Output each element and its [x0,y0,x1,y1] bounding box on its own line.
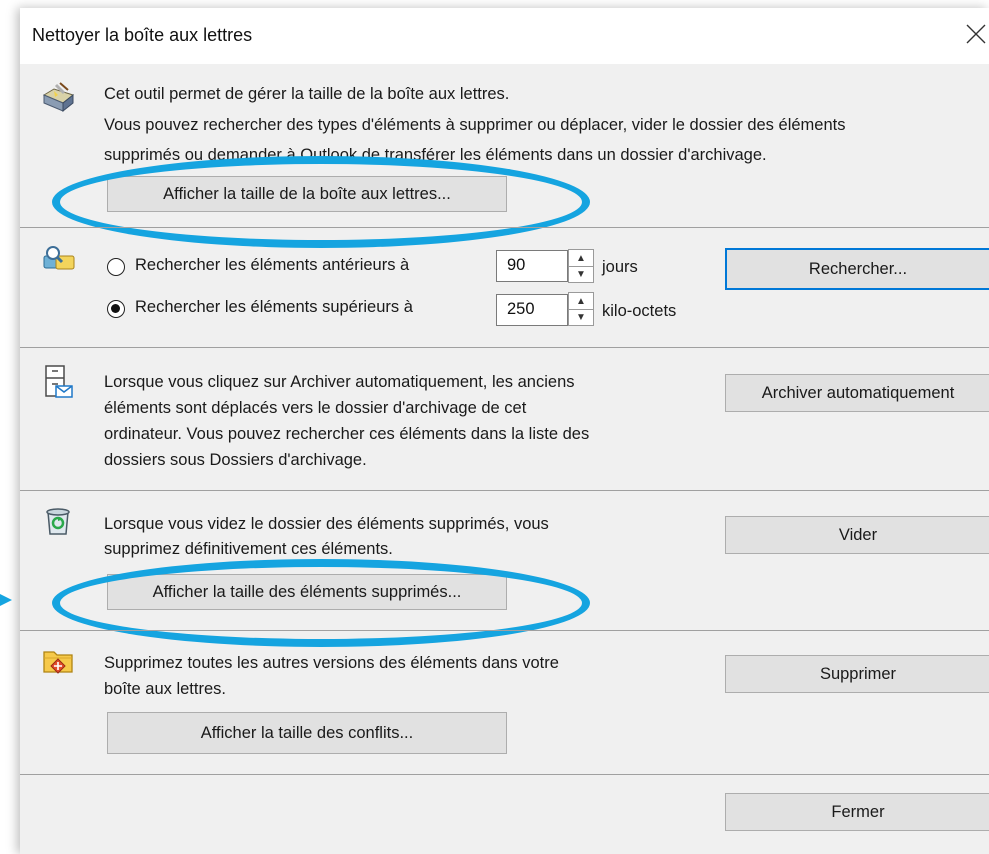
radio-older-than[interactable] [107,258,125,276]
radio-selected-dot [111,304,120,313]
close-button[interactable]: Fermer [725,793,989,831]
deleted-items-text-line-1: Lorsque vous videz le dossier des élémen… [104,515,549,533]
older-than-days-stepper[interactable]: ▲ ▼ [568,249,594,283]
mailbox-cleanup-icon [42,82,75,113]
find-items-icon [43,246,75,270]
dialog-title: Nettoyer la boîte aux lettres [32,25,253,45]
view-deleted-items-size-button[interactable]: Afficher la taille des éléments supprimé… [107,574,507,610]
conflicts-text-line-1: Supprimez toutes les autres versions des… [104,654,559,672]
intro-text-line-2: Vous pouvez rechercher des types d'éléme… [104,116,846,134]
conflicts-text-line-2: boîte aux lettres. [104,680,226,698]
conflicts-folder-icon [43,651,73,674]
stepper-down-icon[interactable]: ▼ [569,309,593,325]
separator [20,630,989,631]
larger-than-kb-stepper[interactable]: ▲ ▼ [568,292,594,326]
radio-larger-than[interactable] [107,300,125,318]
intro-text-line-3: supprimés ou demander à Outlook de trans… [104,146,767,164]
view-mailbox-size-button[interactable]: Afficher la taille de la boîte aux lettr… [107,176,507,212]
autoarchive-text-line-1: Lorsque vous cliquez sur Archiver automa… [104,373,575,391]
close-icon[interactable] [964,22,988,46]
empty-button[interactable]: Vider [725,516,989,554]
larger-than-kb-input[interactable]: 250 [496,294,568,326]
stepper-up-icon[interactable]: ▲ [569,250,593,267]
days-unit-label: jours [602,258,638,276]
separator [20,227,989,228]
older-than-label[interactable]: Rechercher les éléments antérieurs à [135,256,409,275]
recycle-bin-icon [46,508,70,535]
autoarchive-text-line-2: éléments sont déplacés vers le dossier d… [104,399,527,417]
older-than-days-input[interactable]: 90 [496,250,568,282]
annotation-arrow [0,594,12,606]
view-conflicts-size-button[interactable]: Afficher la taille des conflits... [107,712,507,754]
larger-than-label[interactable]: Rechercher les éléments supérieurs à [135,298,413,317]
separator [20,347,989,348]
separator [20,774,989,775]
kb-unit-label: kilo-octets [602,302,677,320]
autoarchive-text-line-4: dossiers sous Dossiers d'archivage. [104,451,367,469]
archive-cabinet-icon [45,365,73,398]
autoarchive-button[interactable]: Archiver automatiquement [725,374,989,412]
delete-conflicts-button[interactable]: Supprimer [725,655,989,693]
mailbox-cleanup-dialog: Nettoyer la boîte aux lettres Cet outil … [20,8,989,854]
separator [20,490,989,491]
search-button[interactable]: Rechercher... [725,248,989,290]
stepper-up-icon[interactable]: ▲ [569,293,593,310]
autoarchive-text-line-3: ordinateur. Vous pouvez rechercher ces é… [104,425,590,443]
stepper-down-icon[interactable]: ▼ [569,266,593,282]
intro-text-line-1: Cet outil permet de gérer la taille de l… [104,85,510,103]
deleted-items-text-line-2: supprimez définitivement ces éléments. [104,540,393,558]
title-bar: Nettoyer la boîte aux lettres [20,8,989,64]
